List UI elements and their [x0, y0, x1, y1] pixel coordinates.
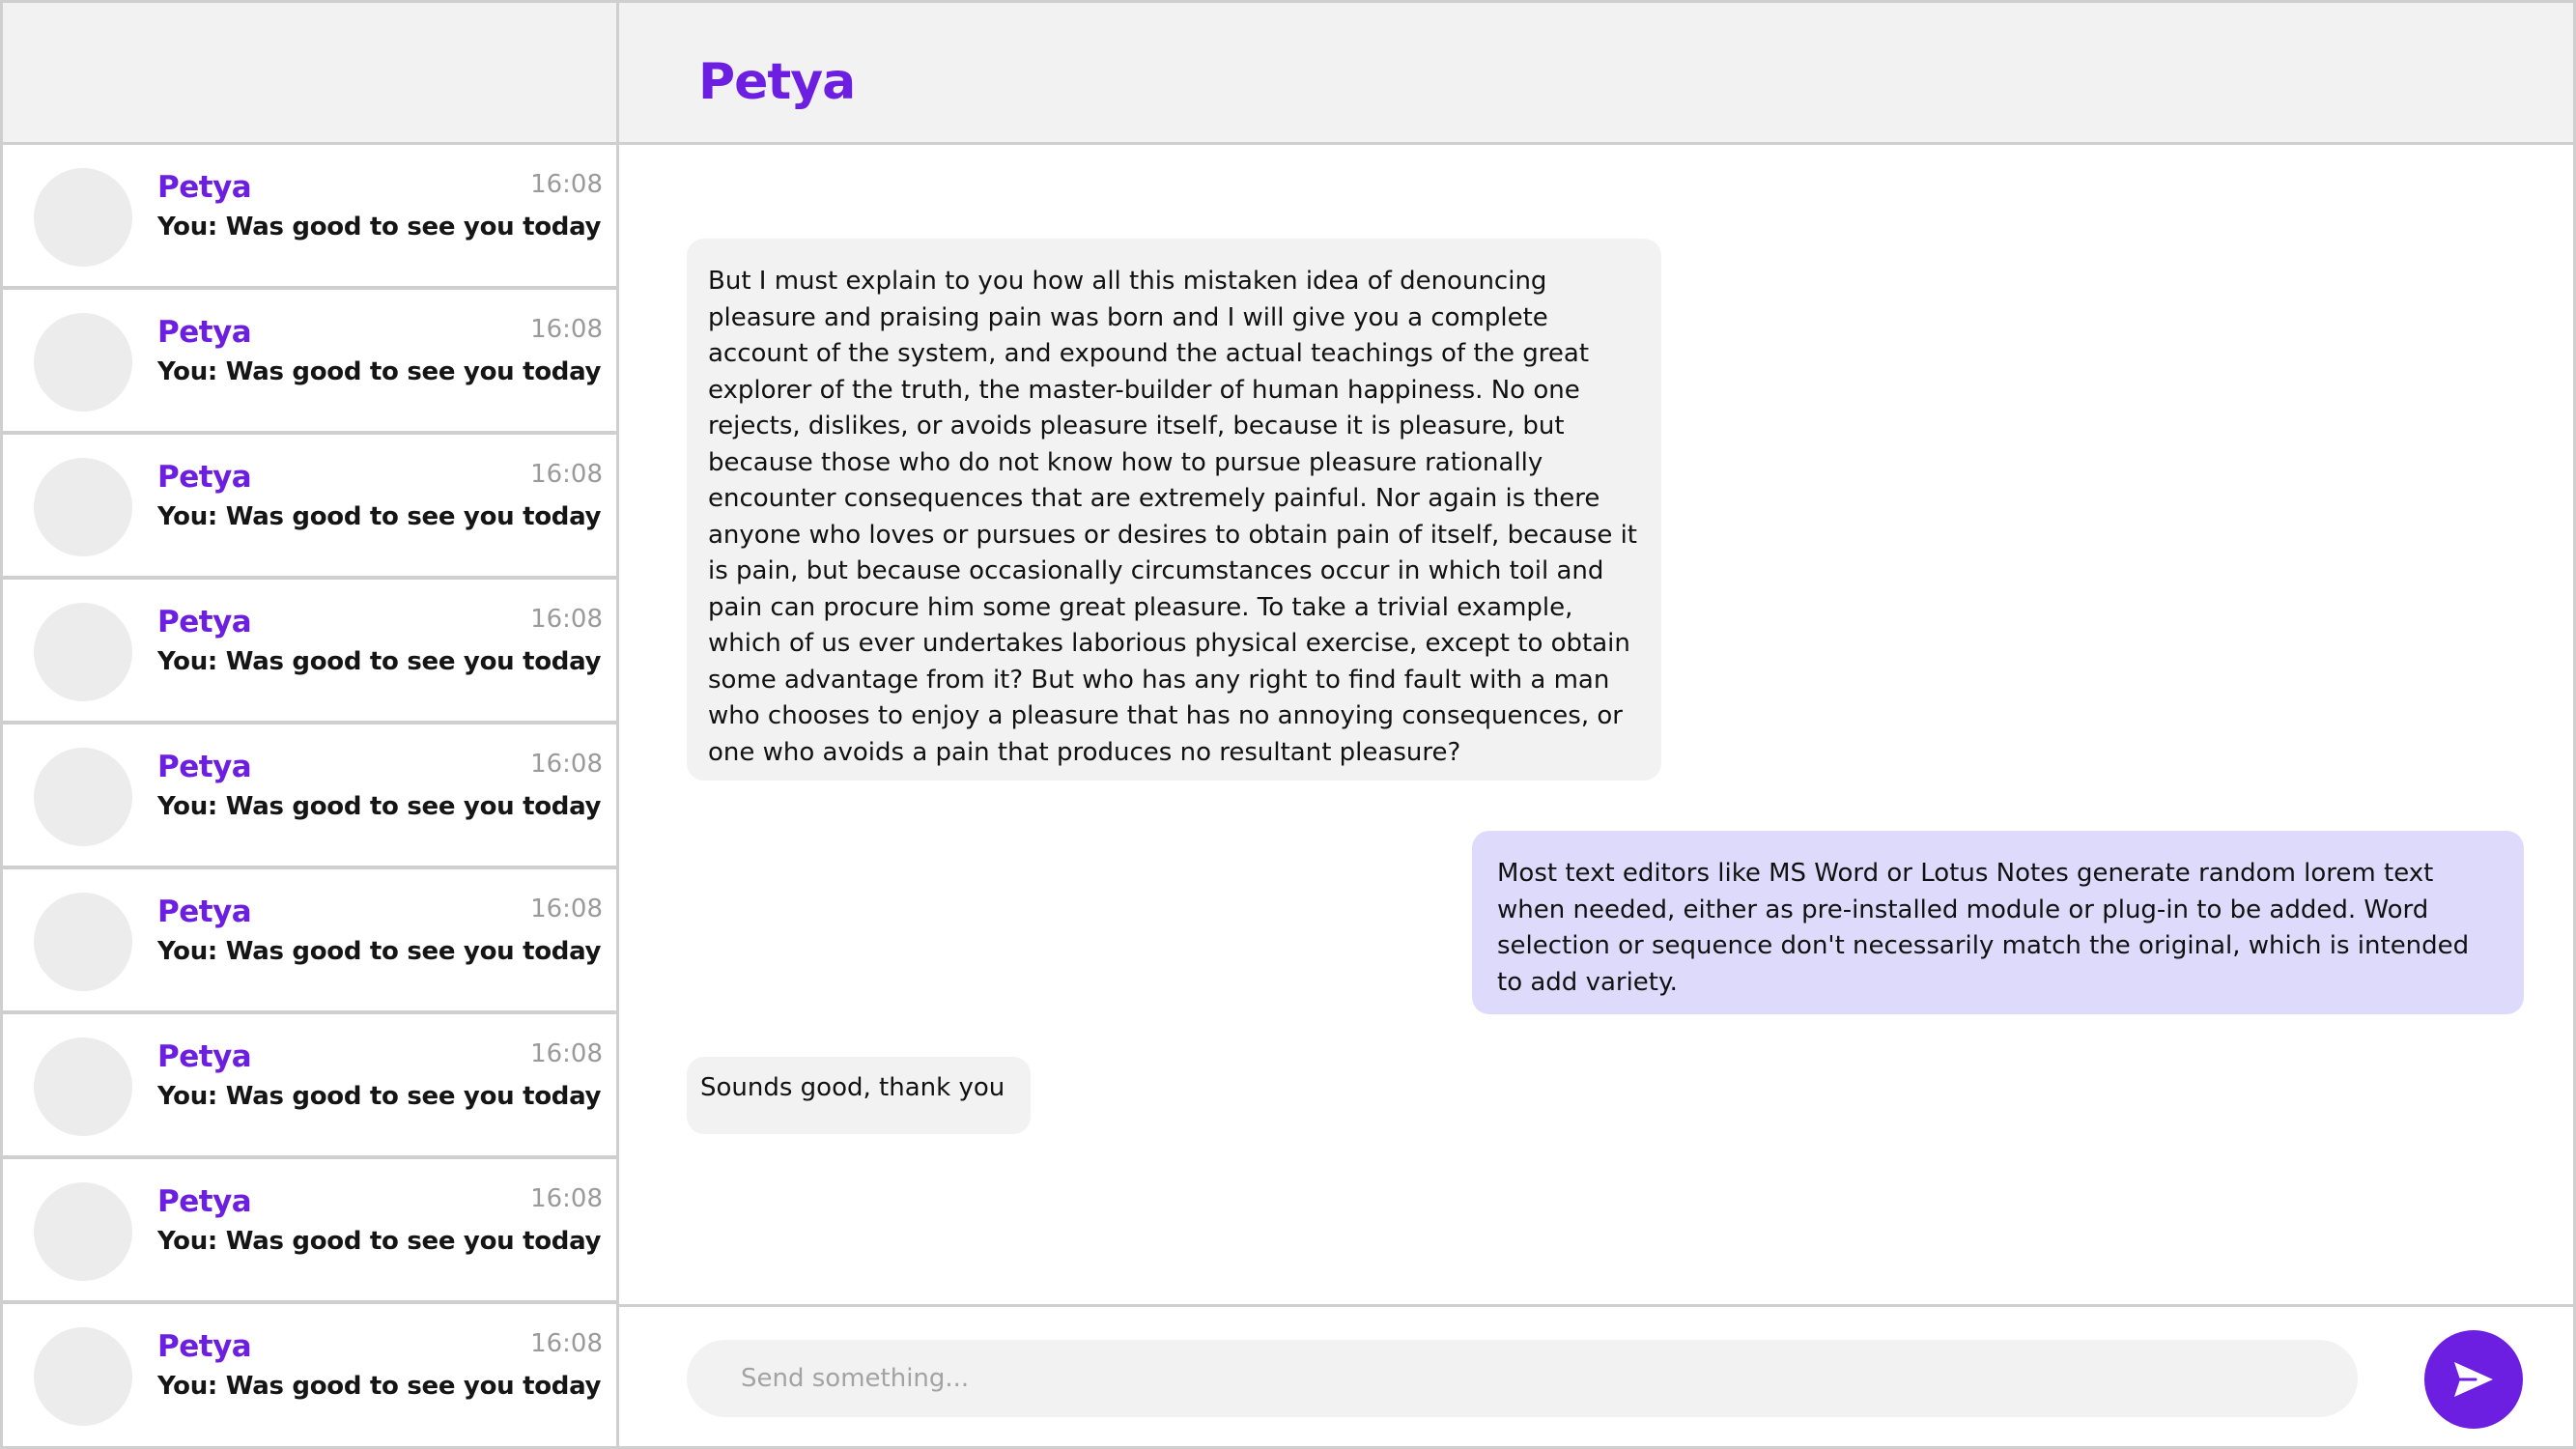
conversation-preview: You: Was good to see you today: [157, 213, 602, 242]
avatar: [34, 1037, 132, 1136]
send-icon: [2452, 1360, 2495, 1399]
chat-title: Petya: [698, 53, 856, 111]
avatar: [34, 603, 132, 701]
conversation-time: 16:08: [530, 895, 603, 923]
conversation-item[interactable]: Petya 16:08 You: Was good to see you tod…: [3, 869, 616, 1014]
chat-header: Petya: [619, 0, 2573, 145]
conversation-name: Petya: [157, 605, 252, 639]
conversation-time: 16:08: [530, 315, 603, 344]
conversation-item[interactable]: Petya 16:08 You: Was good to see you tod…: [3, 435, 616, 580]
conversation-preview: You: Was good to see you today: [157, 937, 602, 966]
avatar: [34, 748, 132, 846]
conversation-preview: You: Was good to see you today: [157, 1082, 602, 1111]
conversation-item[interactable]: Petya 16:08 You: Was good to see you tod…: [3, 145, 616, 290]
message-list: But I must explain to you how all this m…: [619, 145, 2573, 1304]
conversation-preview: You: Was good to see you today: [157, 1372, 602, 1401]
avatar: [34, 1182, 132, 1281]
conversation-list: Petya 16:08 You: Was good to see you tod…: [3, 145, 616, 1449]
conversation-time: 16:08: [530, 1039, 603, 1068]
avatar: [34, 1327, 132, 1426]
conversation-item[interactable]: Petya 16:08 You: Was good to see you tod…: [3, 1304, 616, 1449]
incoming-message: Sounds good, thank you: [687, 1057, 1031, 1134]
conversation-item[interactable]: Petya 16:08 You: Was good to see you tod…: [3, 724, 616, 869]
avatar: [34, 313, 132, 412]
conversation-name: Petya: [157, 1329, 252, 1364]
conversation-time: 16:08: [530, 170, 603, 199]
message-composer: [619, 1304, 2573, 1449]
conversation-time: 16:08: [530, 605, 603, 634]
avatar: [34, 458, 132, 556]
conversation-name: Petya: [157, 170, 252, 205]
conversation-name: Petya: [157, 315, 252, 350]
conversation-item[interactable]: Petya 16:08 You: Was good to see you tod…: [3, 1159, 616, 1304]
conversation-preview: You: Was good to see you today: [157, 1227, 602, 1256]
conversation-name: Petya: [157, 1184, 252, 1219]
conversation-preview: You: Was good to see you today: [157, 357, 602, 386]
sidebar-header: [3, 0, 616, 145]
conversation-preview: You: Was good to see you today: [157, 792, 602, 821]
conversation-time: 16:08: [530, 750, 603, 779]
conversation-time: 16:08: [530, 1329, 603, 1358]
conversation-item[interactable]: Petya 16:08 You: Was good to see you tod…: [3, 1014, 616, 1159]
conversation-name: Petya: [157, 1039, 252, 1074]
chat-app: Petya 16:08 You: Was good to see you tod…: [0, 0, 2576, 1449]
conversation-time: 16:08: [530, 460, 603, 489]
avatar: [34, 893, 132, 991]
conversation-time: 16:08: [530, 1184, 603, 1213]
chat-panel: Petya But I must explain to you how all …: [619, 0, 2576, 1449]
conversation-item[interactable]: Petya 16:08 You: Was good to see you tod…: [3, 580, 616, 724]
conversation-preview: You: Was good to see you today: [157, 647, 602, 676]
outgoing-message: Most text editors like MS Word or Lotus …: [1472, 831, 2524, 1014]
avatar: [34, 168, 132, 267]
message-input[interactable]: [687, 1340, 2358, 1417]
conversation-name: Petya: [157, 750, 252, 784]
conversation-preview: You: Was good to see you today: [157, 502, 602, 531]
conversation-item[interactable]: Petya 16:08 You: Was good to see you tod…: [3, 290, 616, 435]
incoming-message: But I must explain to you how all this m…: [687, 239, 1661, 781]
send-button[interactable]: [2424, 1330, 2523, 1429]
conversation-name: Petya: [157, 460, 252, 495]
conversation-name: Petya: [157, 895, 252, 929]
conversation-sidebar: Petya 16:08 You: Was good to see you tod…: [0, 0, 619, 1449]
